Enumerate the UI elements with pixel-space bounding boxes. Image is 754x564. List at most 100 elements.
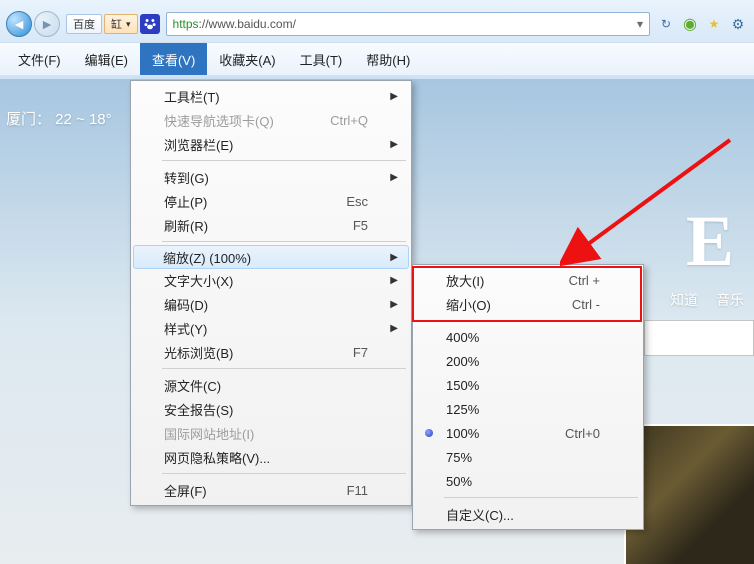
- shortcut-label: Ctrl -: [572, 297, 600, 312]
- gear-icon: ⚙: [732, 16, 745, 33]
- menuitem-label: 停止(P): [164, 192, 207, 211]
- arrow-down-circle-icon: ◉: [683, 14, 697, 34]
- menuitem-label: 缩放(Z) (100%): [163, 248, 251, 267]
- shortcut-label: F7: [353, 345, 368, 360]
- menuitem-zoom-in[interactable]: 放大(I) Ctrl +: [416, 268, 640, 292]
- menuitem-textsize[interactable]: 文字大小(X) ▶: [134, 268, 408, 292]
- menuitem-label: 缩小(O): [446, 295, 491, 314]
- menuitem-explorerbar[interactable]: 浏览器栏(E) ▶: [134, 132, 408, 156]
- menuitem-label: 200%: [446, 354, 479, 369]
- zoom-submenu: 放大(I) Ctrl + 缩小(O) Ctrl - 400% 200% 150%…: [412, 264, 644, 530]
- menuitem-stop[interactable]: 停止(P) Esc: [134, 189, 408, 213]
- view-menu: 工具栏(T) ▶ 快速导航选项卡(Q) Ctrl+Q 浏览器栏(E) ▶ 转到(…: [130, 80, 412, 506]
- menuitem-intl-address: 国际网站地址(I): [134, 421, 408, 445]
- shortcut-label: F5: [353, 218, 368, 233]
- menuitem-label: 自定义(C)...: [446, 505, 514, 524]
- arrow-right-icon: ►: [40, 16, 54, 32]
- back-button[interactable]: ◄: [6, 11, 32, 37]
- menuitem-label: 放大(I): [446, 271, 484, 290]
- menuitem-security-report[interactable]: 安全报告(S): [134, 397, 408, 421]
- menuitem-zoom-50[interactable]: 50%: [416, 469, 640, 493]
- shortcut-label: Ctrl+Q: [330, 113, 368, 128]
- menuitem-label: 样式(Y): [164, 319, 207, 338]
- menuitem-label: 400%: [446, 330, 479, 345]
- menuitem-label: 快速导航选项卡(Q): [164, 111, 274, 130]
- submenu-arrow-icon: ▶: [390, 252, 398, 263]
- toolbar: ◄ ► 百度 缸 ▾ https://www.bai: [0, 0, 754, 42]
- menu-edit[interactable]: 编辑(E): [73, 43, 140, 75]
- menu-label: 查看(V): [152, 50, 195, 69]
- menu-tools[interactable]: 工具(T): [288, 43, 355, 75]
- menuitem-fullscreen[interactable]: 全屏(F) F11: [134, 478, 408, 502]
- weather-text: 厦门： 22 ~ 18°: [6, 108, 112, 129]
- site-badges: 百度 缸 ▾: [66, 14, 160, 34]
- menu-separator: [162, 241, 406, 242]
- menu-label: 编辑(E): [85, 50, 128, 69]
- menuitem-refresh[interactable]: 刷新(R) F5: [134, 213, 408, 237]
- shortcut-label: Ctrl+0: [565, 426, 600, 441]
- submenu-arrow-icon: ▶: [390, 139, 398, 150]
- forward-button[interactable]: ►: [34, 11, 60, 37]
- search-box-fragment[interactable]: [644, 320, 754, 356]
- menu-view[interactable]: 查看(V): [140, 43, 207, 75]
- menu-label: 帮助(H): [366, 50, 410, 69]
- menuitem-zoom-custom[interactable]: 自定义(C)...: [416, 502, 640, 526]
- current-marker-icon: [425, 429, 433, 437]
- menu-label: 工具(T): [300, 50, 343, 69]
- menuitem-zoom[interactable]: 缩放(Z) (100%) ▶: [133, 245, 409, 269]
- star-icon: ★: [709, 17, 720, 31]
- menuitem-source[interactable]: 源文件(C): [134, 373, 408, 397]
- menu-separator: [162, 368, 406, 369]
- menuitem-zoom-100[interactable]: 100% Ctrl+0: [416, 421, 640, 445]
- menuitem-encoding[interactable]: 编码(D) ▶: [134, 292, 408, 316]
- menuitem-zoom-125[interactable]: 125%: [416, 397, 640, 421]
- menuitem-label: 150%: [446, 378, 479, 393]
- menu-separator: [444, 497, 638, 498]
- menuitem-label: 转到(G): [164, 168, 209, 187]
- nav-link-music[interactable]: 音乐: [716, 290, 744, 310]
- menuitem-toolbars[interactable]: 工具栏(T) ▶: [134, 84, 408, 108]
- tools-button[interactable]: ⚙: [728, 14, 748, 34]
- compat-view-button[interactable]: ↻: [656, 14, 676, 34]
- chevron-down-icon[interactable]: ▾: [637, 17, 643, 31]
- address-bar[interactable]: https://www.baidu.com/ ▾: [166, 12, 650, 36]
- menuitem-zoom-out[interactable]: 缩小(O) Ctrl -: [416, 292, 640, 316]
- nav-buttons: ◄ ►: [6, 11, 60, 37]
- chevron-down-icon: ▾: [126, 19, 131, 30]
- menuitem-label: 浏览器栏(E): [164, 135, 233, 154]
- url-protocol: https: [173, 17, 199, 31]
- menuitem-goto[interactable]: 转到(G) ▶: [134, 165, 408, 189]
- submenu-arrow-icon: ▶: [390, 299, 398, 310]
- menuitem-label: 工具栏(T): [164, 87, 220, 106]
- site-badge-2[interactable]: 缸 ▾: [104, 14, 138, 34]
- submenu-arrow-icon: ▶: [390, 91, 398, 102]
- menuitem-label: 刷新(R): [164, 216, 208, 235]
- baidu-icon[interactable]: [140, 14, 160, 34]
- shortcut-label: F11: [347, 483, 368, 498]
- menuitem-caret-browsing[interactable]: 光标浏览(B) F7: [134, 340, 408, 364]
- menu-file[interactable]: 文件(F): [6, 43, 73, 75]
- addon-button[interactable]: ◉: [680, 14, 700, 34]
- badge-label: 百度: [73, 16, 95, 32]
- menuitem-privacy-policy[interactable]: 网页隐私策略(V)...: [134, 445, 408, 469]
- submenu-arrow-icon: ▶: [390, 323, 398, 334]
- menu-help[interactable]: 帮助(H): [354, 43, 422, 75]
- paw-icon: [143, 17, 157, 31]
- menuitem-label: 100%: [446, 426, 479, 441]
- nav-link-zhidao[interactable]: 知道: [670, 290, 698, 310]
- menu-separator: [162, 473, 406, 474]
- nav-links: 知道 音乐: [670, 290, 744, 310]
- right-toolbar: ↻ ◉ ★ ⚙: [656, 14, 748, 34]
- menuitem-style[interactable]: 样式(Y) ▶: [134, 316, 408, 340]
- menuitem-label: 国际网站地址(I): [164, 424, 254, 443]
- menuitem-zoom-200[interactable]: 200%: [416, 349, 640, 373]
- menuitem-label: 全屏(F): [164, 481, 207, 500]
- site-badge-1[interactable]: 百度: [66, 14, 102, 34]
- favorites-button[interactable]: ★: [704, 14, 724, 34]
- menuitem-zoom-400[interactable]: 400%: [416, 325, 640, 349]
- menu-favorites[interactable]: 收藏夹(A): [207, 43, 287, 75]
- menuitem-zoom-75[interactable]: 75%: [416, 445, 640, 469]
- menubar: 文件(F) 编辑(E) 查看(V) 收藏夹(A) 工具(T) 帮助(H): [0, 42, 754, 75]
- menuitem-zoom-150[interactable]: 150%: [416, 373, 640, 397]
- menuitem-label: 源文件(C): [164, 376, 221, 395]
